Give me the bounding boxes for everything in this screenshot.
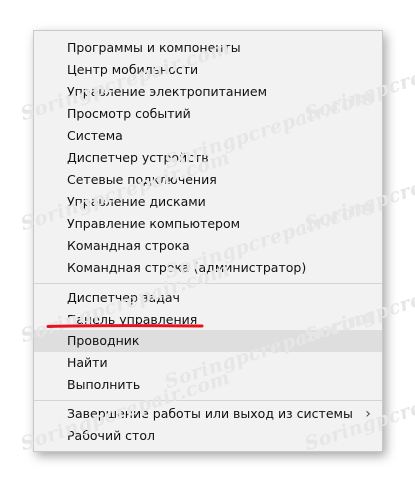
winx-context-menu: Программы и компоненты Центр мобильности… — [33, 30, 383, 452]
menu-item-device-manager[interactable]: Диспетчер устройств — [34, 147, 382, 169]
menu-item-desktop[interactable]: Рабочий стол — [34, 425, 382, 447]
menu-item-label: Управление дисками — [67, 194, 206, 209]
menu-item-label: Командная строка (администратор) — [67, 260, 307, 275]
menu-item-power-options[interactable]: Управление электропитанием — [34, 81, 382, 103]
menu-item-label: Рабочий стол — [67, 428, 155, 443]
menu-item-label: Диспетчер задач — [67, 290, 180, 305]
menu-item-label: Найти — [67, 355, 108, 370]
menu-item-run[interactable]: Выполнить — [34, 374, 382, 396]
menu-item-label: Командная строка — [67, 238, 190, 253]
menu-item-computer-management[interactable]: Управление компьютером — [34, 213, 382, 235]
menu-item-label: Просмотр событий — [67, 106, 191, 121]
menu-item-label: Сетевые подключения — [67, 172, 217, 187]
menu-item-file-explorer[interactable]: Проводник — [34, 330, 382, 352]
menu-item-label: Выполнить — [67, 377, 141, 392]
menu-item-event-viewer[interactable]: Просмотр событий — [34, 103, 382, 125]
menu-item-system[interactable]: Система — [34, 125, 382, 147]
menu-item-command-prompt[interactable]: Командная строка — [34, 235, 382, 257]
desktop-background: Программы и компоненты Центр мобильности… — [0, 0, 415, 484]
menu-item-label: Управление компьютером — [67, 216, 241, 231]
menu-item-shut-down-or-sign-out[interactable]: Завершение работы или выход из системы › — [34, 403, 382, 425]
menu-item-disk-management[interactable]: Управление дисками — [34, 191, 382, 213]
menu-item-search[interactable]: Найти — [34, 352, 382, 374]
menu-item-command-prompt-admin[interactable]: Командная строка (администратор) — [34, 257, 382, 279]
menu-item-label: Проводник — [67, 333, 140, 348]
menu-item-mobility-center[interactable]: Центр мобильности — [34, 59, 382, 81]
menu-item-network-connections[interactable]: Сетевые подключения — [34, 169, 382, 191]
menu-separator — [34, 400, 382, 401]
menu-item-label: Система — [67, 128, 123, 143]
menu-item-task-manager[interactable]: Диспетчер задач — [34, 287, 382, 309]
menu-separator — [34, 283, 382, 284]
menu-item-label: Центр мобильности — [67, 62, 199, 77]
menu-item-programs-and-features[interactable]: Программы и компоненты — [34, 37, 382, 59]
menu-item-label: Диспетчер устройств — [67, 150, 209, 165]
menu-item-label: Завершение работы или выход из системы — [67, 406, 353, 421]
annotation-underline — [46, 324, 204, 328]
chevron-right-icon: › — [365, 406, 371, 422]
menu-item-label: Программы и компоненты — [67, 40, 241, 55]
menu-item-label: Управление электропитанием — [67, 84, 267, 99]
